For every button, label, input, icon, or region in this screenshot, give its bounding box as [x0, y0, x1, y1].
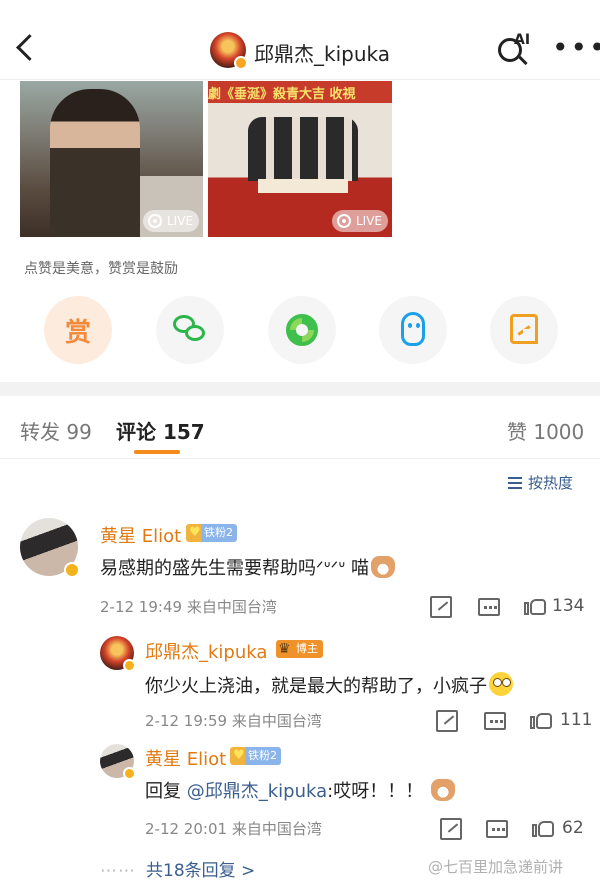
reply-meta: 2-12 20:01 来自中国台湾 — [145, 820, 322, 838]
active-tab-indicator — [134, 450, 180, 454]
verified-icon — [123, 659, 136, 672]
cat-emoji-icon — [430, 779, 455, 801]
sort-button[interactable]: 按热度 — [508, 472, 573, 493]
reply-meta: 2-12 19:59 来自中国台湾 — [145, 712, 322, 730]
watermark: @七百里加急递前讲 — [428, 858, 564, 876]
reply-text: 你少火上浇油，就是最大的帮助了，小疯子 — [145, 672, 513, 698]
fan-badge: ♥ 铁粉2 — [186, 524, 237, 542]
cat-emoji-icon — [370, 556, 395, 578]
moments-icon — [286, 314, 318, 346]
live-photo-badge: LIVE — [142, 210, 199, 232]
like-count: 111 — [560, 710, 593, 730]
avatar[interactable] — [100, 636, 136, 672]
reply-username[interactable]: 邱鼎杰_kipuka — [145, 638, 267, 664]
reward-hint: 点赞是美意，赞赏是鼓励 — [24, 261, 178, 277]
comment-meta: 2-12 19:49 来自中国台湾 — [100, 598, 277, 616]
fan-badge: ♥ 铁粉2 — [230, 747, 281, 765]
verified-icon — [123, 767, 136, 780]
divider — [0, 458, 600, 459]
like-icon[interactable] — [530, 707, 554, 731]
like-icon[interactable] — [532, 815, 556, 839]
avatar[interactable] — [20, 518, 80, 578]
tab-likes[interactable]: 赞 1000 — [507, 416, 584, 445]
photo-banner-text: 劇《垂涎》殺青大吉 收視 — [208, 87, 356, 102]
verified-icon — [64, 562, 80, 578]
tab-comments[interactable]: 评论 157 — [116, 416, 205, 445]
avatar[interactable] — [100, 744, 136, 780]
heart-icon: ♥ — [189, 525, 201, 540]
top-bar: 邱鼎杰_kipuka AI ••• — [0, 0, 600, 80]
heart-icon: ♥ — [233, 748, 245, 763]
back-arrow-icon[interactable] — [14, 32, 38, 62]
author-avatar[interactable] — [210, 32, 248, 70]
post-photo-2[interactable]: 劇《垂涎》殺青大吉 收視 LIVE — [208, 81, 392, 237]
eye-roll-emoji-icon — [489, 672, 513, 696]
reply-text: 回复 @邱鼎杰_kipuka:哎呀！！！ — [145, 777, 455, 803]
repost-icon[interactable] — [430, 596, 452, 618]
like-count: 62 — [562, 818, 584, 838]
comment-text: 易感期的盛先生需要帮助吗ᐟᐡᐟᐡ 喵 — [100, 554, 395, 580]
ai-search-button[interactable]: AI — [496, 32, 532, 68]
wechat-icon — [173, 315, 207, 345]
save-image-icon — [510, 314, 538, 344]
live-icon — [147, 214, 162, 228]
tab-repost[interactable]: 转发 99 — [20, 416, 92, 445]
reply-icon[interactable] — [486, 820, 508, 838]
section-divider — [0, 382, 600, 396]
reply-icon[interactable] — [478, 598, 500, 616]
mention-link[interactable]: @邱鼎杰_kipuka — [187, 781, 327, 802]
repost-icon[interactable] — [436, 710, 458, 732]
share-wechat-button[interactable] — [156, 296, 224, 364]
page-title[interactable]: 邱鼎杰_kipuka — [254, 38, 390, 67]
share-qq-button[interactable] — [379, 296, 447, 364]
live-icon — [336, 214, 351, 228]
post-photo-1[interactable]: LIVE — [20, 81, 203, 237]
ai-label: AI — [514, 32, 531, 48]
comment-username[interactable]: 黄星 Eliot — [100, 522, 181, 548]
share-moments-button[interactable] — [268, 296, 336, 364]
more-replies-link[interactable]: ⋯⋯ 共18条回复 > — [100, 856, 255, 881]
live-photo-badge: LIVE — [331, 210, 388, 232]
more-options-button[interactable]: ••• — [552, 34, 600, 62]
author-badge: ♛ 博主 — [276, 640, 323, 658]
qq-icon — [401, 312, 425, 346]
like-icon[interactable] — [524, 593, 548, 617]
reply-username[interactable]: 黄星 Eliot — [145, 745, 226, 771]
repost-icon[interactable] — [440, 818, 462, 840]
reply-icon[interactable] — [484, 712, 506, 730]
sort-icon — [508, 475, 524, 489]
reward-button[interactable]: 赏 — [44, 296, 112, 364]
like-count: 134 — [552, 596, 585, 616]
reward-icon: 赏 — [64, 318, 91, 348]
verified-icon — [234, 56, 248, 70]
crown-icon: ♛ — [278, 641, 291, 657]
save-image-button[interactable] — [490, 296, 558, 364]
